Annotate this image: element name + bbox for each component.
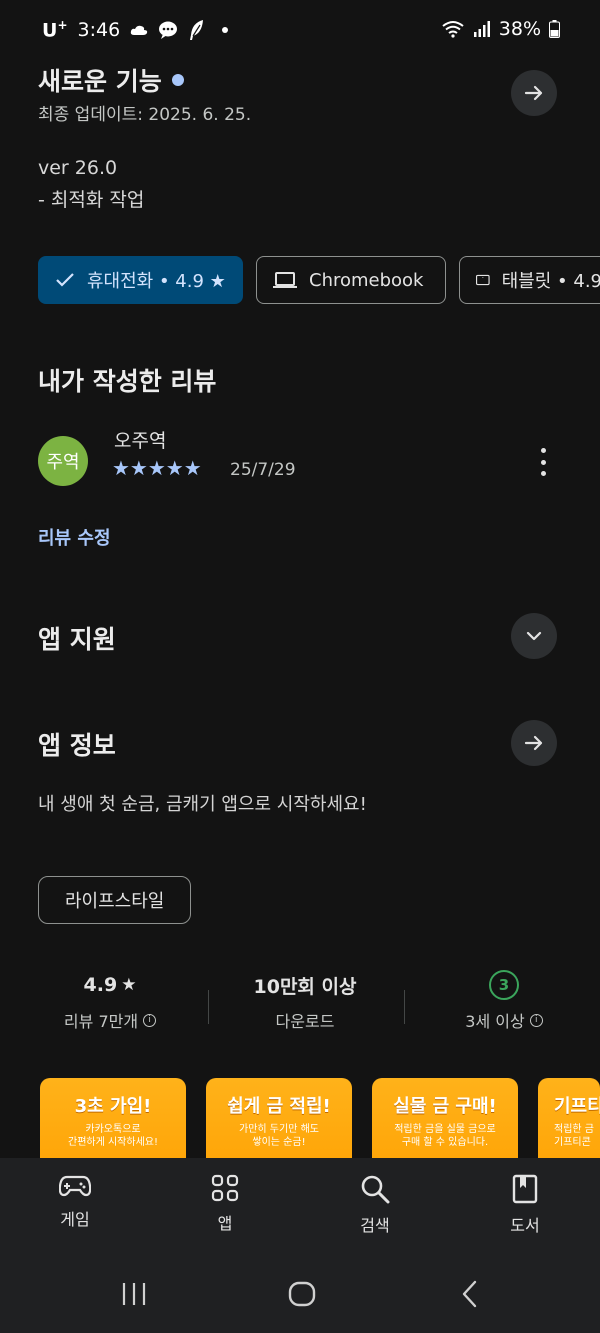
more-notifications-dot [222, 26, 229, 33]
avatar: 주역 [38, 436, 88, 486]
age-rating-label: 3세 이상 [465, 1012, 525, 1031]
arrow-right-icon [524, 735, 543, 751]
status-bar: U+ 3:46 38% [0, 0, 600, 60]
screenshot-caption: 가만히 두기만 해도 [239, 1124, 319, 1135]
new-indicator-dot [171, 74, 184, 86]
downloads-value: 10만회 이상 [253, 975, 357, 998]
stat-downloads: 10만회 이상 다운로드 [225, 970, 385, 1032]
recents-button[interactable] [120, 1280, 148, 1312]
screenshot-title: 실물 금 구매! [393, 1096, 497, 1117]
gamepad-icon [59, 1175, 91, 1197]
rating-value: 4.9 [83, 974, 118, 996]
screenshot-caption: 적립한 금을 실물 금으로 [394, 1124, 496, 1135]
apps-grid-icon [211, 1174, 239, 1202]
chat-icon [159, 21, 178, 39]
carrier-label: U+ [42, 18, 68, 42]
screenshot-caption: 구매 할 수 있습니다. [401, 1137, 489, 1148]
divider [404, 990, 405, 1024]
chip-chromebook[interactable]: Chromebook [256, 256, 446, 304]
screenshot-caption: 간편하게 시작하세요! [68, 1137, 158, 1148]
version-line: ver 26.0 [38, 157, 118, 179]
chip-tablet-label: 태블릿 • 4.9 [501, 271, 600, 292]
screenshot-caption: 적립한 금 [554, 1124, 594, 1135]
nav-apps[interactable]: 앱 [180, 1174, 270, 1234]
star-icon: ★ [121, 975, 137, 995]
battery-percent: 38% [498, 18, 541, 40]
laptop-icon [273, 272, 297, 288]
info-icon: i [143, 1013, 157, 1027]
wifi-icon [442, 21, 464, 38]
review-date: 25/7/29 [230, 460, 296, 480]
bottom-navigation: 게임 앱 검색 도서 [0, 1158, 600, 1258]
app-description: 내 생애 첫 순금, 금캐기 앱으로 시작하세요! [38, 794, 367, 815]
back-icon [462, 1280, 477, 1308]
screenshot-caption: 카카오톡으로 [85, 1124, 141, 1135]
edit-review-link[interactable]: 리뷰 수정 [38, 524, 111, 550]
category-chip[interactable]: 라이프스타일 [38, 876, 192, 924]
device-filter-chips: 휴대전화 • 4.9 ★ Chromebook 태블릿 • 4.9 [38, 256, 600, 304]
app-support-expand-button[interactable] [511, 613, 557, 659]
home-button[interactable] [288, 1280, 316, 1312]
info-icon: i [529, 1013, 543, 1027]
nav-search-label: 검색 [360, 1216, 390, 1235]
nav-apps-label: 앱 [217, 1214, 233, 1233]
my-review-title: 내가 작성한 리뷰 [38, 367, 217, 396]
whats-new-header: 새로운 기능 [38, 62, 184, 98]
more-options-icon[interactable] [536, 448, 550, 476]
nav-games-label: 게임 [60, 1210, 90, 1229]
stat-age-rating[interactable]: 3 3세 이상 i [424, 970, 584, 1032]
home-icon [288, 1281, 316, 1307]
age-rating-badge: 3 [489, 970, 519, 1000]
last-updated: 최종 업데이트: 2025. 6. 25. [38, 105, 252, 125]
chevron-down-icon [526, 631, 542, 641]
system-navigation-bar [0, 1258, 600, 1333]
clock: 3:46 [77, 18, 121, 41]
check-icon [56, 273, 74, 287]
screenshot-title: 기프티 [554, 1096, 600, 1117]
release-notes: ver 26.0 - 최적화 작업 [38, 152, 144, 216]
screenshot-title: 쉽게 금 적립! [227, 1096, 331, 1117]
signal-icon [473, 21, 490, 37]
search-icon [361, 1175, 390, 1204]
nav-search[interactable]: 검색 [330, 1174, 420, 1236]
chip-phone[interactable]: 휴대전화 • 4.9 ★ [38, 256, 243, 304]
chip-phone-label: 휴대전화 • 4.9 ★ [87, 271, 226, 292]
screenshot-caption: 쌓이는 순금! [252, 1137, 306, 1148]
cloud-icon [130, 25, 148, 35]
nav-books-label: 도서 [510, 1216, 540, 1235]
recents-icon [122, 1283, 146, 1305]
app-info-arrow-button[interactable] [511, 720, 557, 766]
stat-rating[interactable]: 4.9 ★ 리뷰 7만개 i [30, 970, 190, 1032]
screenshot-caption: 기프티콘 [554, 1137, 591, 1148]
feather-icon [190, 19, 204, 40]
battery-icon [549, 20, 560, 38]
star-rating: ★★★★★ [112, 456, 202, 480]
whats-new-title: 새로운 기능 [38, 67, 162, 96]
chip-tablet[interactable]: 태블릿 • 4.9 [459, 256, 600, 304]
app-support-title: 앱 지원 [38, 625, 116, 654]
screenshot-title: 3초 가입! [74, 1096, 152, 1117]
back-button[interactable] [458, 1280, 482, 1312]
divider [208, 990, 209, 1024]
reviewer-name: 오주역 [114, 430, 167, 452]
book-icon [512, 1174, 538, 1204]
nav-books[interactable]: 도서 [480, 1174, 570, 1236]
app-stats: 4.9 ★ 리뷰 7만개 i 10만회 이상 다운로드 3 3세 이상 i [0, 970, 600, 1050]
nav-games[interactable]: 게임 [30, 1174, 120, 1230]
reviews-count: 리뷰 7만개 [63, 1012, 139, 1031]
downloads-label: 다운로드 [275, 1012, 335, 1031]
chip-chromebook-label: Chromebook [309, 269, 424, 291]
arrow-right-icon [524, 85, 543, 101]
whats-new-arrow-button[interactable] [511, 70, 557, 116]
notes-line: - 최적화 작업 [38, 189, 145, 211]
app-info-title: 앱 정보 [38, 731, 116, 760]
tablet-icon [476, 274, 490, 286]
